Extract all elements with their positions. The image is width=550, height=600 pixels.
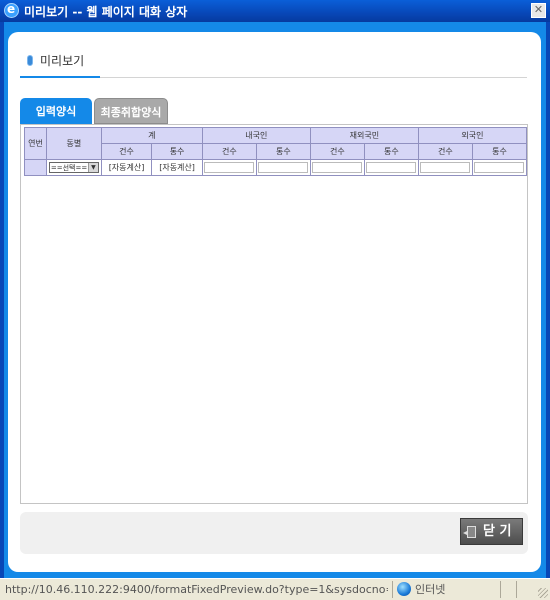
resize-grip-icon[interactable] bbox=[538, 588, 548, 598]
header-domestic: 내국인 bbox=[201, 127, 311, 144]
total-persons-cell: [자동계산] bbox=[151, 159, 203, 176]
total-count-cell: [자동계산] bbox=[100, 159, 153, 176]
form-preview-area: 연번 동별 계 내국인 재외국민 외국인 건수 통수 건수 통수 건수 통수 건… bbox=[20, 124, 528, 504]
page-title: 미리보기 bbox=[40, 54, 85, 68]
header-dong: 동별 bbox=[45, 127, 102, 160]
subheader-foreigner-persons: 통수 bbox=[471, 143, 527, 160]
subheader-overseas-count: 건수 bbox=[309, 143, 365, 160]
table-row: ==선택== ▼ [자동계산] [자동계산] bbox=[24, 159, 527, 176]
button-bar bbox=[20, 512, 528, 554]
dong-cell: ==선택== ▼ bbox=[45, 159, 102, 176]
domestic-count-cell bbox=[201, 159, 257, 176]
tab-input-form[interactable]: 입력양식 bbox=[20, 98, 92, 124]
window-frame-right bbox=[546, 22, 550, 578]
title-underline bbox=[20, 76, 100, 78]
foreigner-persons-cell bbox=[471, 159, 527, 176]
seq-cell bbox=[24, 159, 47, 176]
overseas-persons-cell bbox=[363, 159, 419, 176]
domestic-count-input[interactable] bbox=[204, 162, 255, 173]
close-button-label: 닫 기 bbox=[483, 524, 512, 539]
dong-select[interactable]: ==선택== ▼ bbox=[48, 162, 99, 173]
subheader-overseas-persons: 통수 bbox=[363, 143, 419, 160]
close-button[interactable]: 닫 기 bbox=[460, 518, 523, 545]
subheader-domestic-persons: 통수 bbox=[255, 143, 311, 160]
header-foreigner: 외국인 bbox=[417, 127, 527, 144]
header-seq: 연번 bbox=[24, 127, 47, 160]
foreigner-count-input[interactable] bbox=[420, 162, 471, 173]
status-cell bbox=[500, 581, 515, 598]
subheader-foreigner-count: 건수 bbox=[417, 143, 473, 160]
security-zone-label: 인터넷 bbox=[415, 583, 446, 596]
exit-door-icon bbox=[463, 526, 476, 538]
title-divider bbox=[100, 77, 527, 78]
preview-table: 연번 동별 계 내국인 재외국민 외국인 건수 통수 건수 통수 건수 통수 건… bbox=[24, 127, 527, 176]
bullet-icon bbox=[27, 55, 33, 66]
internet-explorer-icon bbox=[4, 2, 19, 18]
foreigner-persons-input[interactable] bbox=[474, 162, 525, 173]
tab-final-form[interactable]: 최종취합양식 bbox=[94, 98, 168, 124]
window-close-icon[interactable]: ✕ bbox=[531, 3, 546, 18]
foreigner-count-cell bbox=[417, 159, 473, 176]
domestic-persons-input[interactable] bbox=[258, 162, 309, 173]
domestic-persons-cell bbox=[255, 159, 311, 176]
overseas-persons-input[interactable] bbox=[366, 162, 417, 173]
header-overseas-korean: 재외국민 bbox=[309, 127, 419, 144]
dong-select-value: ==선택== bbox=[50, 164, 88, 172]
window-titlebar: 미리보기 -- 웹 페이지 대화 상자 ✕ bbox=[0, 0, 550, 22]
subheader-domestic-count: 건수 bbox=[201, 143, 257, 160]
overseas-count-input[interactable] bbox=[312, 162, 363, 173]
chevron-down-icon[interactable]: ▼ bbox=[87, 163, 98, 172]
header-total: 계 bbox=[100, 127, 203, 144]
globe-icon bbox=[397, 582, 411, 596]
window-title: 미리보기 -- 웹 페이지 대화 상자 bbox=[24, 5, 188, 19]
statusbar: http://10.46.110.222:9400/formatFixedPre… bbox=[0, 578, 550, 600]
overseas-count-cell bbox=[309, 159, 365, 176]
subheader-total-persons: 통수 bbox=[151, 143, 203, 160]
status-url: http://10.46.110.222:9400/formatFixedPre… bbox=[5, 583, 388, 596]
status-cell bbox=[516, 581, 531, 598]
subheader-total-count: 건수 bbox=[100, 143, 153, 160]
security-zone: 인터넷 bbox=[392, 581, 515, 598]
